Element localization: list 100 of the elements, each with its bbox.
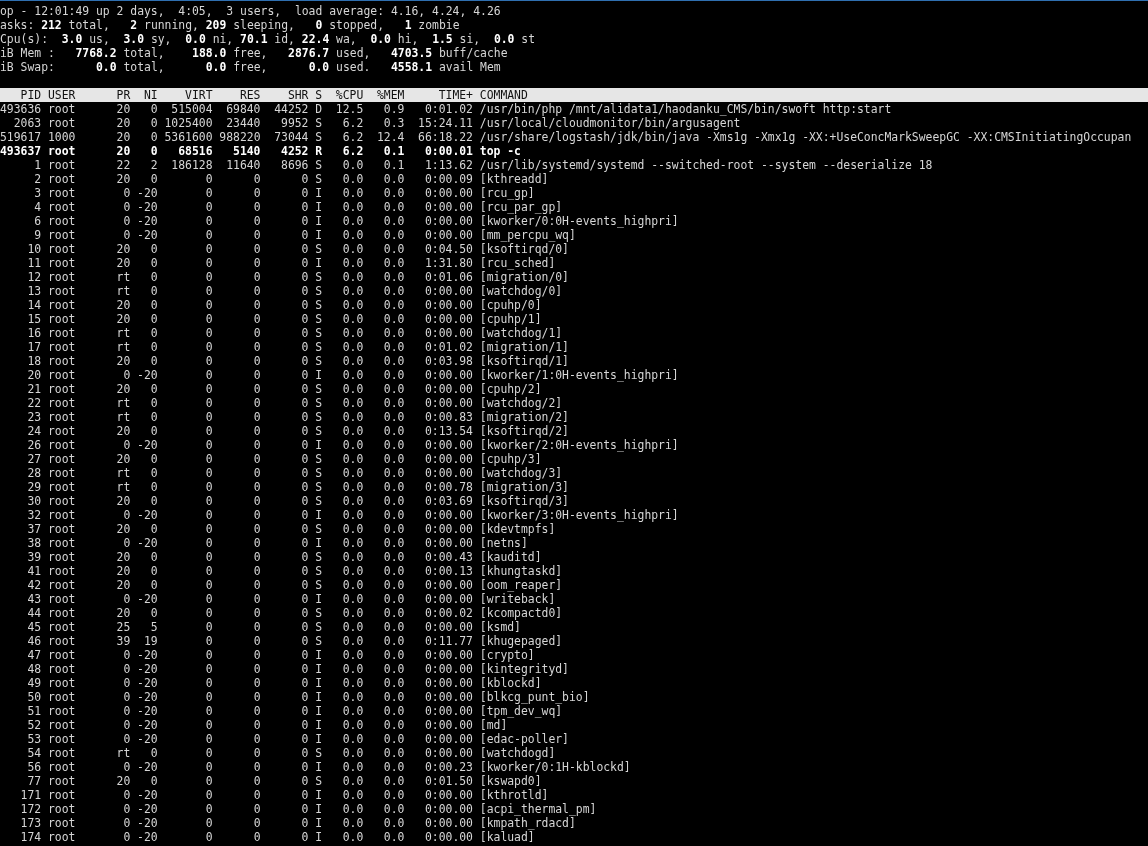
table-cell-text: 0 xyxy=(122,788,131,802)
table-cell-text: 0 xyxy=(252,368,261,382)
table-cell-text: 10 xyxy=(26,242,42,256)
table-cell-text: 0:00.00 xyxy=(423,298,473,312)
table-cell-text: 0 xyxy=(252,494,261,508)
table-cell-text: 0 xyxy=(252,410,261,424)
table-cell: -20 xyxy=(137,508,158,522)
table-cell-text: 20 xyxy=(115,144,131,158)
table-cell-text: 0 xyxy=(300,396,309,410)
table-cell-text: 0.0 xyxy=(382,830,405,844)
table-cell-text: 0 xyxy=(300,578,309,592)
table-cell-text: root xyxy=(48,746,77,760)
table-cell-text: 0 xyxy=(252,270,261,284)
table-cell-text: 0.0 xyxy=(341,704,364,718)
table-cell-text: 28 xyxy=(26,466,42,480)
table-cell-text: 0.0 xyxy=(382,312,405,326)
table-cell-text: 0 xyxy=(204,508,213,522)
table-cell-text: root xyxy=(48,494,77,508)
table-cell-text: 11640 xyxy=(225,158,261,172)
table-cell-text: 49 xyxy=(26,676,42,690)
table-cell-text: root xyxy=(48,564,77,578)
table-cell-text: 0 xyxy=(149,494,158,508)
table-cell-text: 0 xyxy=(252,718,261,732)
table-cell-text: 0.0 xyxy=(382,802,405,816)
table-cell-text: 0.0 xyxy=(341,410,364,424)
table-cell-text: 0 xyxy=(204,634,213,648)
table-cell-text: 0 xyxy=(122,200,131,214)
table-cell-text: 22 xyxy=(26,396,42,410)
table-cell-text: 0 xyxy=(204,284,213,298)
table-cell-text: 0 xyxy=(300,340,309,354)
table-cell-text: root xyxy=(48,774,77,788)
table-cell: -20 xyxy=(137,676,158,690)
table-cell-text: 0 xyxy=(204,774,213,788)
table-cell-text: root xyxy=(48,214,77,228)
table-cell-text: 0.0 xyxy=(382,578,405,592)
table-cell-text: 0:00.00 xyxy=(423,326,473,340)
table-cell-text: 0:00.00 xyxy=(423,746,473,760)
table-cell: S xyxy=(315,298,323,312)
table-cell-text: 0 xyxy=(300,368,309,382)
table-cell-text: 0.0 xyxy=(341,214,364,228)
table-cell-text: 0 xyxy=(300,662,309,676)
table-cell-text: 0 xyxy=(252,424,261,438)
table-cell-text: 0.0 xyxy=(341,256,364,270)
table-cell: I xyxy=(315,732,323,746)
table-cell-text: 0 xyxy=(300,382,309,396)
table-cell-text: 0 xyxy=(149,578,158,592)
table-cell-text: 0 xyxy=(300,242,309,256)
column-header: PR xyxy=(115,88,131,102)
table-cell-text: [ksmd] xyxy=(479,620,522,634)
table-cell-text: 1000 xyxy=(48,130,77,144)
table-cell-text: 32 xyxy=(26,508,42,522)
table-cell-text: 0 xyxy=(149,242,158,256)
table-cell-text: [crypto] xyxy=(479,648,536,662)
table-cell-text: 0:00.00 xyxy=(423,508,473,522)
table-cell-text: root xyxy=(48,592,77,606)
table-cell-text: 0 xyxy=(204,382,213,396)
table-cell-text: 0 xyxy=(252,298,261,312)
column-header: PID xyxy=(19,88,42,102)
table-cell-text: 0 xyxy=(300,508,309,522)
table-cell-text: rt xyxy=(115,480,131,494)
table-cell-text: 0 xyxy=(122,760,131,774)
table-cell-text: 0 xyxy=(300,284,309,298)
table-cell-text: 20 xyxy=(115,550,131,564)
table-cell-text: 0 xyxy=(149,410,158,424)
table-cell-text: 0 xyxy=(204,228,213,242)
table-cell-text: 0:00.00 xyxy=(423,830,473,844)
table-cell-text: /usr/local/cloudmonitor/bin/argusagent xyxy=(479,116,742,130)
table-cell-text: 0:00.00 xyxy=(423,718,473,732)
table-cell-text: 0.0 xyxy=(341,592,364,606)
table-cell: I xyxy=(315,256,323,270)
table-cell: S xyxy=(315,130,323,144)
table-cell-text: 0.0 xyxy=(341,270,364,284)
table-cell-text: 73044 xyxy=(273,130,309,144)
table-cell-text: 0:00.00 xyxy=(423,466,473,480)
table-cell-text: 0 xyxy=(204,354,213,368)
table-cell: -20 xyxy=(137,662,158,676)
table-cell-text: 41 xyxy=(26,564,42,578)
table-cell: S xyxy=(315,452,323,466)
table-cell-text: 0.0 xyxy=(341,186,364,200)
table-cell-text: 0 xyxy=(300,676,309,690)
table-cell-text: 0 xyxy=(204,690,213,704)
table-cell-text: [edac-poller] xyxy=(479,732,570,746)
table-cell: I xyxy=(315,788,323,802)
table-cell-text: root xyxy=(48,522,77,536)
table-cell-text: [md] xyxy=(479,718,509,732)
table-cell-text: 0 xyxy=(252,340,261,354)
table-cell-text: 0:00.00 xyxy=(423,186,473,200)
column-header: %CPU xyxy=(334,88,364,102)
table-cell-text: 0 xyxy=(300,228,309,242)
table-cell-text: [ksoftirqd/2] xyxy=(479,424,570,438)
table-cell-text: 0 xyxy=(204,648,213,662)
table-cell-text: 0 xyxy=(122,718,131,732)
table-cell-text: [kmpath_rdacd] xyxy=(479,816,577,830)
table-cell-text: [khungtaskd] xyxy=(479,564,564,578)
table-cell-text: 12.5 xyxy=(334,102,364,116)
table-cell-text: 0 xyxy=(122,228,131,242)
summary-line: iB Swap: 0.0 total, 0.0 free, 0.0 used. 4558.1 avail Mem xyxy=(0,60,501,74)
table-cell-text: root xyxy=(48,536,77,550)
table-cell-text: /usr/share/logstash/jdk/bin/java -Xms1g -Xmx1g -XX:+UseConcMarkSweepGC -XX:CMSInitiatingOccupan xyxy=(479,130,1133,144)
table-cell-text: 0:00.78 xyxy=(423,480,473,494)
